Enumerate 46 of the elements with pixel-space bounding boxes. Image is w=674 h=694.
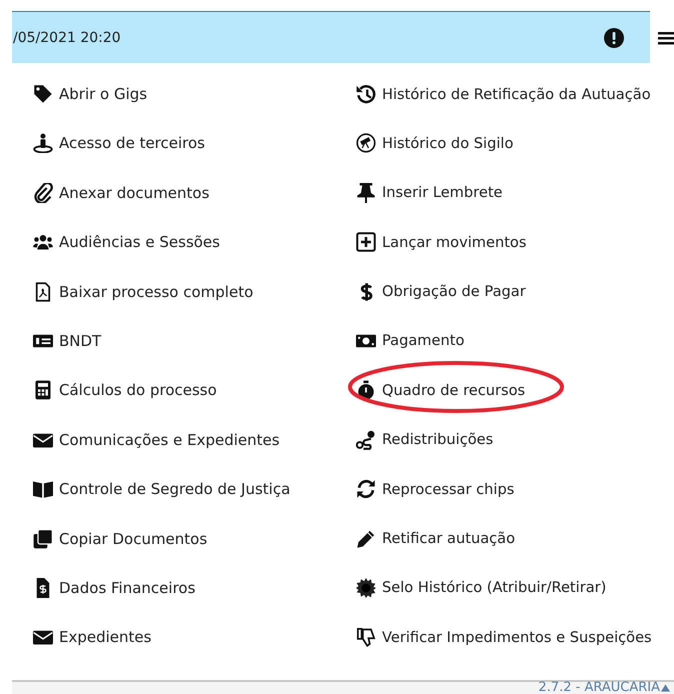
menu-item[interactable]: Inserir Lembrete xyxy=(356,178,503,208)
book-icon xyxy=(33,479,53,500)
menu-item[interactable]: Redistribuições xyxy=(356,424,494,455)
seal-icon xyxy=(356,578,376,598)
menu-item[interactable]: Pagamento xyxy=(356,326,464,356)
sync-icon xyxy=(356,479,376,500)
menu-item[interactable]: Baixar processo completo xyxy=(33,276,254,307)
paperclip-icon xyxy=(33,182,53,203)
menu-item[interactable]: Reprocessar chips xyxy=(356,474,514,504)
menu-item[interactable]: BNDT xyxy=(33,326,102,356)
pushpin-icon xyxy=(356,182,376,203)
person-pin-icon xyxy=(33,133,53,154)
menu-item[interactable]: Copiar Documentos xyxy=(33,524,208,554)
menu-item[interactable]: Lançar movimentos xyxy=(356,227,526,258)
menu-item[interactable]: Dados Financeiros xyxy=(33,572,196,603)
menu-item[interactable]: Comunicações e Expedientes xyxy=(33,424,280,455)
stopwatch-icon xyxy=(356,380,376,400)
alert-icon[interactable] xyxy=(604,28,624,48)
calculator-icon xyxy=(33,380,53,400)
menu-item[interactable]: Histórico de Retificação da Autuação xyxy=(356,79,651,109)
menu-icon[interactable] xyxy=(658,30,674,46)
caret-icon[interactable] xyxy=(661,684,670,692)
version-text: 2.7.2 - ARAUCARIA xyxy=(538,682,660,694)
menu-item[interactable]: Verificar Impedimentos e Suspeições xyxy=(356,622,652,652)
menu-item[interactable]: Cálculos do processo xyxy=(33,375,217,406)
copy-icon xyxy=(33,528,53,549)
history-icon xyxy=(356,84,376,104)
date-time: /05/2021 20:20 xyxy=(12,30,122,46)
thumbs-down-icon xyxy=(356,627,376,648)
users-icon xyxy=(33,232,53,252)
route-icon xyxy=(356,430,376,450)
plus-square-icon xyxy=(356,232,376,252)
menu-item[interactable]: Retificar autuação xyxy=(356,524,516,554)
menu-item[interactable]: Controle de Segredo de Justiça xyxy=(33,474,290,504)
menu-item[interactable]: Abrir o Gigs xyxy=(33,79,148,109)
tag-icon xyxy=(33,84,53,104)
pencil-icon xyxy=(356,528,376,549)
menu-item[interactable]: Selo Histórico (Atribuir/Retirar) xyxy=(356,572,606,603)
menu-item[interactable]: Anexar documentos xyxy=(33,178,210,208)
menu-item[interactable]: Expedientes xyxy=(33,622,152,652)
pdf-file-icon xyxy=(33,282,53,302)
menu-item[interactable]: Histórico do Sigilo xyxy=(356,128,514,158)
menu-item[interactable]: Obrigação de Pagar xyxy=(356,276,526,307)
telescope-circle-icon xyxy=(356,133,376,154)
menu-item[interactable]: Acesso de terceiros xyxy=(33,128,205,158)
menu-item[interactable]: Audiências e Sessões xyxy=(33,227,220,258)
